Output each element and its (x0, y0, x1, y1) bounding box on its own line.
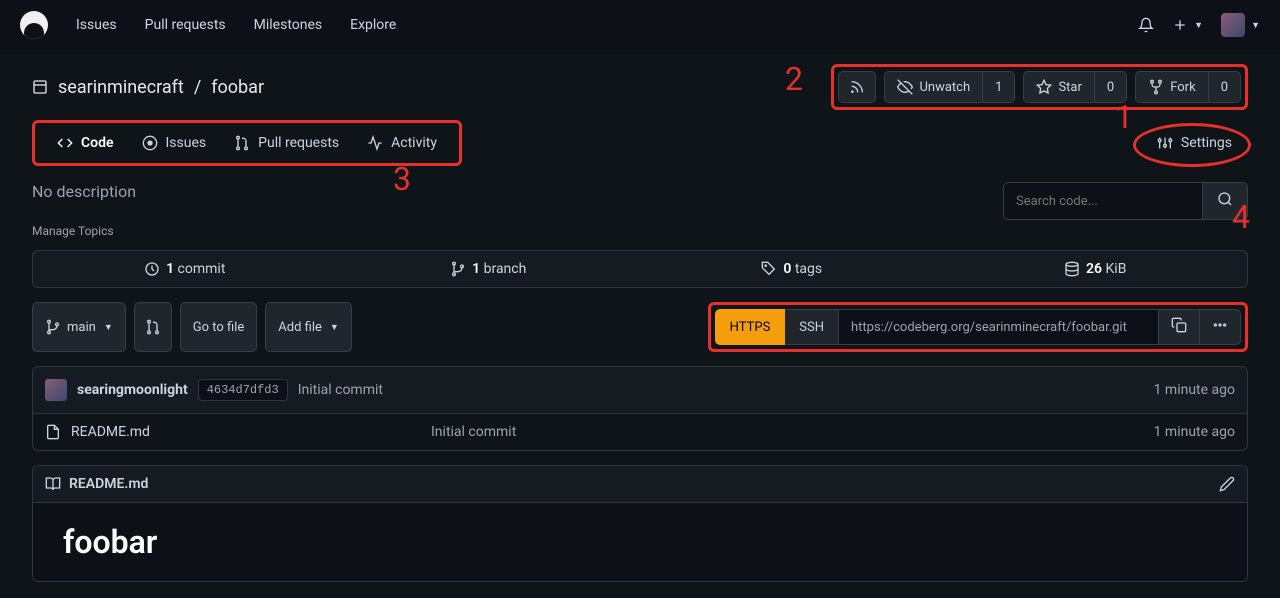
user-menu[interactable]: ▼ (1221, 13, 1260, 37)
repo-title: searinminecraft / foobar (32, 77, 264, 98)
star-button[interactable]: Star (1023, 71, 1094, 103)
readme-heading: foobar (63, 523, 1217, 561)
copy-url-button[interactable] (1159, 309, 1200, 345)
stat-commits[interactable]: 1 commit (33, 251, 337, 287)
readme-body: foobar (33, 503, 1247, 581)
compare-button[interactable] (134, 302, 172, 352)
clone-box: HTTPS SSH (708, 302, 1248, 352)
edit-readme-button[interactable] (1219, 476, 1235, 492)
unwatch-button[interactable]: Unwatch (884, 71, 983, 103)
repo-tabs: Code Issues Pull requests Activity (32, 120, 462, 166)
readme-box: README.md foobar (32, 465, 1248, 582)
tabs-row: Code Issues Pull requests Activity Setti… (0, 110, 1280, 166)
nav-explore[interactable]: Explore (350, 17, 396, 33)
nav-milestones[interactable]: Milestones (254, 17, 323, 33)
file-toolbar: main▼ Go to file Add file▼ HTTPS SSH (32, 302, 1248, 352)
create-menu[interactable]: ▼ (1172, 17, 1203, 33)
branch-select[interactable]: main▼ (32, 302, 126, 352)
repo-description: No description (32, 182, 136, 201)
tab-code[interactable]: Code (43, 127, 128, 159)
repo-separator: / (194, 77, 201, 98)
repo-name-link[interactable]: foobar (211, 77, 264, 98)
top-navbar: Issues Pull requests Milestones Explore … (0, 0, 1280, 50)
file-commit-msg[interactable]: Initial commit (431, 424, 1144, 440)
fork-button[interactable]: Fork (1135, 71, 1208, 103)
clone-url-input[interactable] (839, 309, 1159, 345)
add-file-button[interactable]: Add file▼ (265, 302, 352, 352)
commit-author[interactable]: searingmoonlight (77, 382, 188, 398)
navbar-right: ▼ ▼ (1138, 13, 1260, 37)
content: No description Manage Topics 1 commit 1 … (0, 166, 1280, 598)
file-row[interactable]: README.md Initial commit 1 minute ago (32, 414, 1248, 451)
clone-more-button[interactable] (1200, 309, 1241, 345)
tab-pulls[interactable]: Pull requests (220, 127, 353, 159)
commit-message[interactable]: Initial commit (298, 382, 383, 398)
clone-https-tab[interactable]: HTTPS (715, 309, 786, 345)
readme-header: README.md (33, 466, 1247, 503)
repo-header: searinminecraft / foobar Unwatch 1 Star … (0, 50, 1280, 110)
manage-topics-link[interactable]: Manage Topics (32, 224, 1248, 238)
clone-ssh-tab[interactable]: SSH (785, 309, 839, 345)
stat-tags[interactable]: 0 tags (640, 251, 944, 287)
stat-branches[interactable]: 1 branch (337, 251, 641, 287)
file-icon (45, 424, 61, 440)
stats-bar: 1 commit 1 branch 0 tags 26 KiB (32, 250, 1248, 288)
description-row: No description (32, 182, 1248, 220)
rss-button[interactable] (838, 71, 876, 103)
stat-size: 26 KiB (944, 251, 1248, 287)
navbar-left: Issues Pull requests Milestones Explore (20, 11, 396, 39)
file-time: 1 minute ago (1154, 424, 1235, 440)
user-avatar (1221, 13, 1245, 37)
tab-issues[interactable]: Issues (128, 127, 221, 159)
file-name[interactable]: README.md (71, 424, 421, 440)
search-input[interactable] (1003, 182, 1203, 220)
commit-time: 1 minute ago (1154, 382, 1235, 398)
search-button[interactable] (1203, 182, 1248, 220)
commit-hash[interactable]: 4634d7dfd3 (198, 379, 288, 401)
star-count[interactable]: 0 (1095, 71, 1127, 103)
site-logo[interactable] (20, 11, 48, 39)
nav-issues[interactable]: Issues (76, 17, 117, 33)
toolbar-left: main▼ Go to file Add file▼ (32, 302, 352, 352)
repo-owner-link[interactable]: searinminecraft (58, 77, 184, 98)
commit-author-avatar[interactable] (45, 379, 67, 401)
tab-settings[interactable]: Settings (1141, 127, 1248, 159)
notifications-icon[interactable] (1138, 17, 1154, 33)
repo-actions: Unwatch 1 Star 0 Fork 0 (831, 64, 1248, 110)
go-to-file-button[interactable]: Go to file (180, 302, 258, 352)
repo-icon (32, 79, 48, 95)
book-icon (45, 476, 61, 492)
tab-activity[interactable]: Activity (353, 127, 451, 159)
code-search (1003, 182, 1248, 220)
readme-title: README.md (45, 476, 148, 492)
settings-wrap: Settings (1141, 127, 1248, 159)
nav-pulls[interactable]: Pull requests (145, 17, 226, 33)
fork-count[interactable]: 0 (1209, 71, 1241, 103)
watch-count[interactable]: 1 (983, 71, 1015, 103)
latest-commit: searingmoonlight 4634d7dfd3 Initial comm… (32, 366, 1248, 414)
